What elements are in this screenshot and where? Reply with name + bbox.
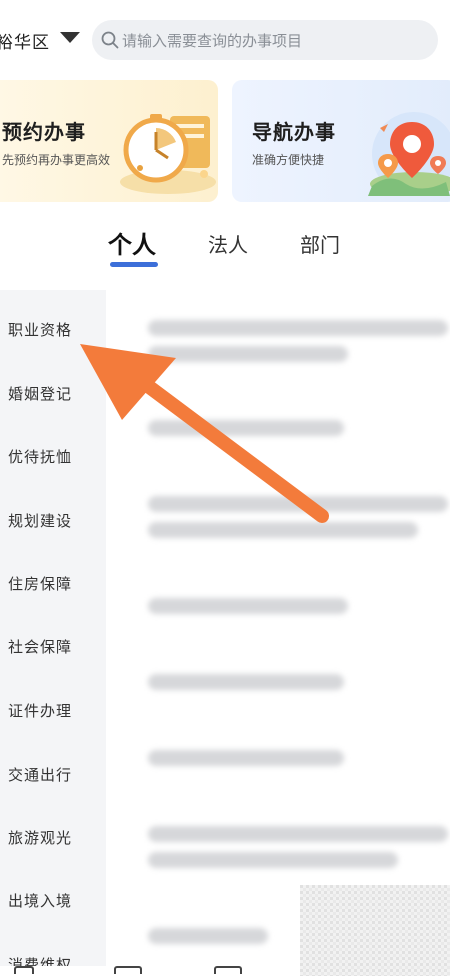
tab-personal[interactable]: 个人 (108, 225, 156, 260)
list-item[interactable] (148, 420, 344, 436)
service-icon[interactable] (114, 966, 142, 974)
category-tabs: 个人 法人 部门 (0, 215, 450, 275)
navigation-title: 导航办事 (252, 120, 336, 144)
list-item[interactable] (148, 674, 344, 690)
list-item[interactable] (148, 750, 344, 766)
sidebar-item-tourism[interactable]: 旅游观光 (8, 827, 72, 848)
search-placeholder: 请输入需要查询的办事项目 (122, 32, 303, 50)
appointment-subtitle: 先预约再办事更高效 (2, 153, 111, 167)
list-item[interactable] (148, 826, 448, 842)
sidebar-item-social-security[interactable]: 社会保障 (8, 636, 72, 657)
appointment-card[interactable]: 预约办事 先预约再办事更高效 (0, 80, 218, 202)
service-list (106, 290, 450, 976)
category-sidebar: 职业资格 婚姻登记 优待抚恤 规划建设 住房保障 社会保障 证件办理 交通出行 … (0, 290, 106, 976)
sidebar-item-preferential-care[interactable]: 优待抚恤 (8, 446, 72, 467)
search-bar[interactable]: 请输入需要查询的办事项目 (92, 20, 438, 60)
sidebar-item-transportation[interactable]: 交通出行 (8, 764, 72, 785)
list-item[interactable] (148, 346, 348, 362)
tab-legal-entity[interactable]: 法人 (208, 229, 248, 258)
district-selector[interactable]: 裕华区 (0, 28, 50, 53)
list-item[interactable] (148, 522, 418, 538)
home-icon[interactable] (14, 966, 34, 974)
list-item[interactable] (148, 320, 448, 336)
list-item[interactable] (148, 928, 268, 944)
sidebar-item-certificates[interactable]: 证件办理 (8, 700, 72, 721)
sidebar-item-housing-security[interactable]: 住房保障 (8, 573, 72, 594)
sidebar-item-marriage-registration[interactable]: 婚姻登记 (8, 383, 72, 404)
sidebar-item-planning-construction[interactable]: 规划建设 (8, 510, 72, 531)
stopwatch-illustration-icon (120, 114, 216, 194)
active-tab-indicator (110, 262, 158, 267)
watermark-icon (300, 885, 450, 976)
list-item[interactable] (148, 598, 348, 614)
map-pin-illustration-icon (368, 112, 450, 196)
navigation-card[interactable]: 导航办事 准确方便快捷 (232, 80, 450, 202)
app-screen: 裕华区 请输入需要查询的办事项目 预约办事 先预约再办事更高效 导航办事 准确方… (0, 0, 450, 976)
appointment-title: 预约办事 (2, 120, 86, 144)
header: 裕华区 请输入需要查询的办事项目 (0, 0, 450, 80)
search-icon (101, 31, 119, 49)
tab-department[interactable]: 部门 (300, 229, 340, 258)
sidebar-item-entry-exit[interactable]: 出境入境 (8, 890, 72, 911)
list-item[interactable] (148, 852, 398, 868)
navigation-subtitle: 准确方便快捷 (252, 153, 325, 167)
caret-down-icon[interactable] (60, 32, 80, 43)
message-icon[interactable] (214, 966, 242, 974)
sidebar-item-professional-qualification[interactable]: 职业资格 (8, 319, 72, 340)
list-item[interactable] (148, 496, 448, 512)
